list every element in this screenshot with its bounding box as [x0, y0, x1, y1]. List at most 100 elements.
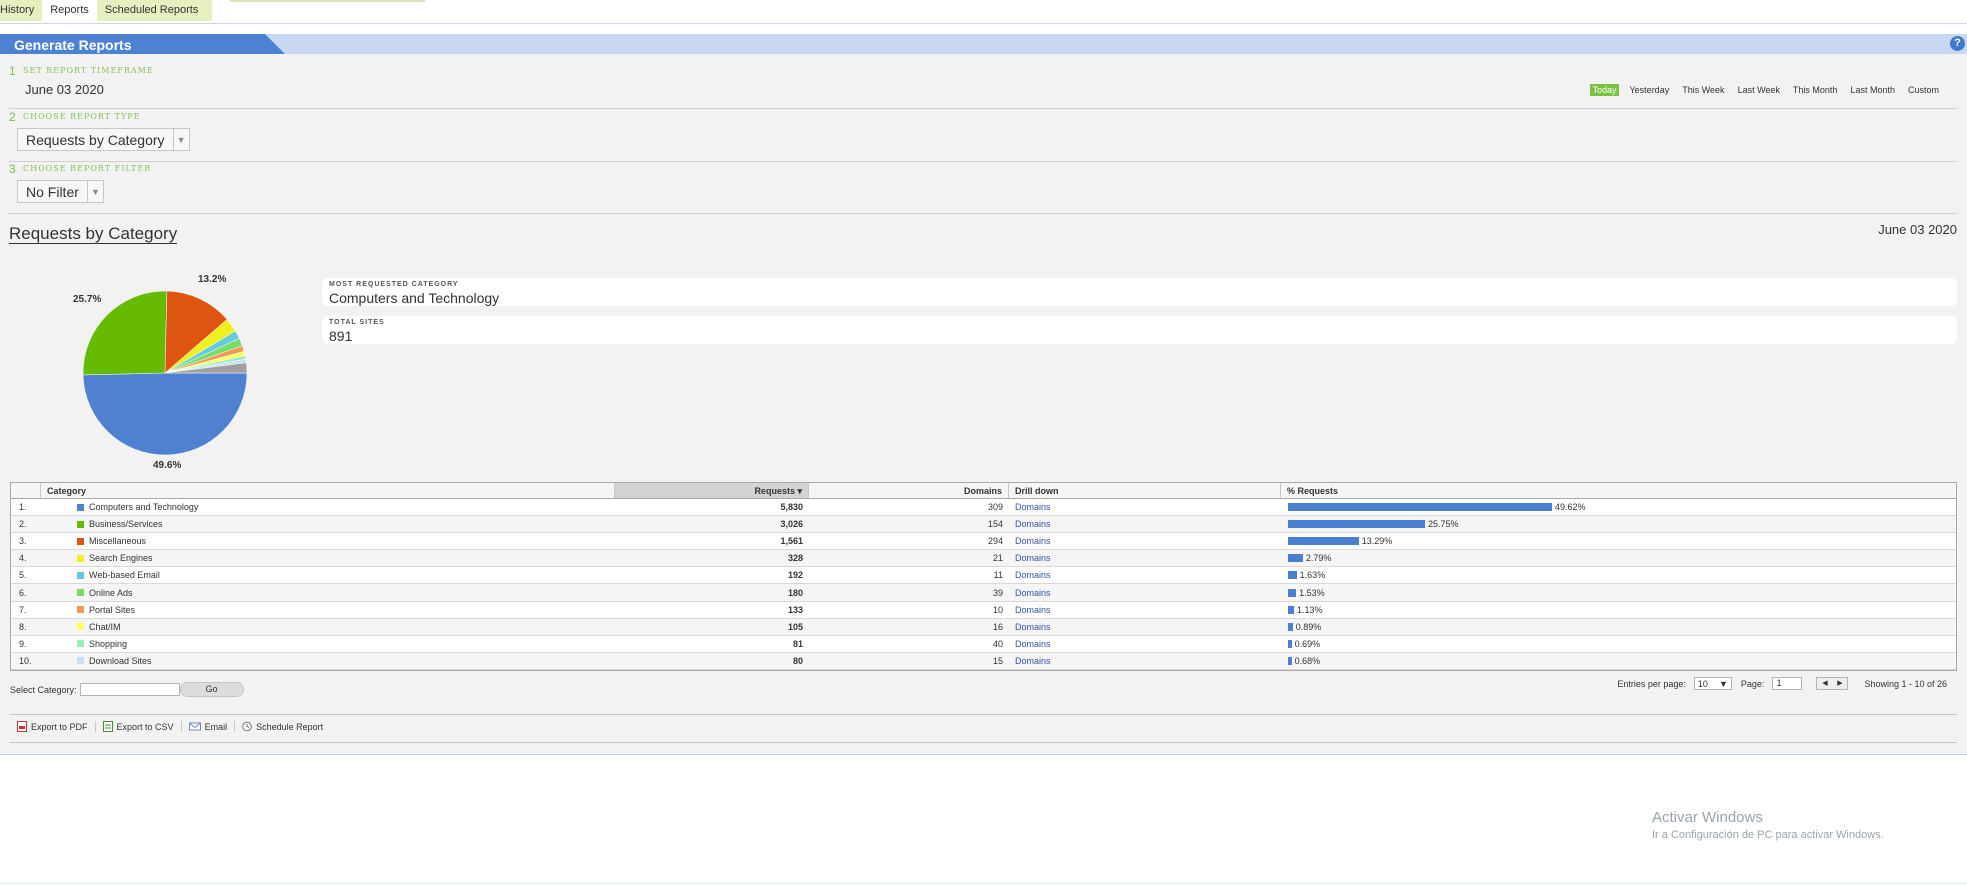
header-requests[interactable]: Requests ▾: [615, 483, 809, 498]
timeframe-value[interactable]: June 03 2020: [25, 82, 104, 97]
report-filter-select[interactable]: No Filter ▼: [17, 180, 104, 203]
row-index: 10.: [19, 655, 32, 666]
quick-link-last-week[interactable]: Last Week: [1736, 84, 1782, 96]
category-swatch: [77, 537, 84, 545]
step-number: 3: [9, 162, 16, 176]
category-name: Shopping: [89, 638, 128, 649]
pct-bar: [1288, 571, 1297, 580]
quick-link-last-month[interactable]: Last Month: [1848, 84, 1897, 96]
table-header: Category Requests ▾ Domains Drill down %…: [11, 483, 1956, 499]
prev-page-icon[interactable]: ◀: [1817, 678, 1832, 689]
category-swatch: [77, 657, 84, 665]
pie-chart: 49.6% 25.7% 13.2%: [60, 268, 270, 478]
export-actions: Export to PDF Export to CSV Email Schedu…: [17, 721, 330, 732]
header-pct-requests[interactable]: % Requests: [1281, 483, 1956, 498]
quick-link-custom[interactable]: Custom: [1906, 84, 1941, 96]
row-requests: 192: [787, 570, 803, 581]
pager: Entries per page: 10 ▼ Page: 1 ◀ ▶ Showin…: [1617, 677, 1947, 690]
header-requests-label: Requests: [754, 486, 795, 496]
divider: [9, 161, 1957, 162]
drill-down-link[interactable]: Domains: [1009, 622, 1281, 632]
drill-down-link[interactable]: Domains: [1009, 588, 1281, 598]
row-requests: 105: [787, 621, 803, 632]
pct-label: 49.62%: [1555, 502, 1586, 513]
tab-history[interactable]: History: [0, 0, 43, 21]
drill-down-link[interactable]: Domains: [1009, 570, 1281, 580]
row-domains: 309: [987, 502, 1003, 513]
export-pdf-label: Export to PDF: [31, 721, 88, 732]
chevron-down-icon[interactable]: ▼: [86, 181, 103, 202]
page-nav: ◀ ▶: [1816, 677, 1849, 690]
row-requests: 5,830: [780, 502, 803, 513]
table-row: 7. Portal Sites 133 10 Domains 1.13%: [11, 602, 1956, 619]
quick-link-this-month[interactable]: This Month: [1791, 84, 1840, 96]
entries-per-page-select[interactable]: 10 ▼: [1693, 677, 1732, 690]
report-title: Requests by Category: [9, 224, 178, 244]
timeframe-quick-links: Today Yesterday This Week Last Week This…: [1590, 84, 1941, 96]
drill-down-link[interactable]: Domains: [1009, 502, 1281, 512]
header-domains[interactable]: Domains: [809, 483, 1009, 498]
pct-label: 25.75%: [1428, 519, 1459, 530]
pie-data-label: 13.2%: [198, 274, 227, 285]
report-type-value: Requests by Category: [26, 131, 165, 148]
next-page-icon[interactable]: ▶: [1832, 678, 1847, 689]
drill-down-link[interactable]: Domains: [1009, 639, 1281, 649]
pct-bar: [1288, 537, 1359, 546]
go-button[interactable]: Go: [179, 682, 244, 697]
drill-down-link[interactable]: Domains: [1009, 553, 1281, 563]
row-domains: 11: [993, 570, 1003, 581]
table-row: 4. Search Engines 328 21 Domains 2.79%: [11, 550, 1956, 568]
email-label: Email: [204, 721, 228, 732]
report-filter-value: No Filter: [26, 183, 79, 200]
row-category: Portal Sites: [41, 605, 615, 615]
table-row: 1. Computers and Technology 5,830 309 Domain…: [11, 499, 1956, 517]
pct-bar: [1288, 520, 1425, 529]
app: History Reports Scheduled Reports Genera…: [0, 0, 1967, 886]
most-requested-value: Computers and Technology: [329, 290, 500, 306]
category-swatch: [77, 640, 84, 648]
category-name: Business/Services: [89, 519, 163, 530]
category-name: Chat/IM: [89, 621, 121, 632]
row-domains: 16: [992, 621, 1003, 632]
category-swatch: [77, 623, 84, 631]
category-swatch: [77, 589, 84, 597]
quick-link-yesterday[interactable]: Yesterday: [1628, 84, 1672, 96]
pct-bar: [1288, 588, 1297, 597]
divider: [9, 108, 1957, 109]
row-category: Shopping: [41, 639, 615, 649]
quick-link-today[interactable]: Today: [1590, 84, 1619, 96]
category-name: Download Sites: [89, 655, 152, 666]
entries-per-page-value: 10: [1697, 678, 1708, 689]
most-requested-box: MOST REQUESTED CATEGORY Computers and Te…: [322, 278, 1957, 306]
export-pdf-button[interactable]: Export to PDF: [17, 721, 96, 732]
drill-down-link[interactable]: Domains: [1009, 605, 1281, 615]
quick-link-this-week[interactable]: This Week: [1680, 84, 1726, 96]
drill-down-link[interactable]: Domains: [1009, 519, 1281, 529]
row-index: 2.: [19, 519, 27, 530]
table-row: 2. Business/Services 3,026 154 Domains 25.75%: [11, 516, 1956, 534]
page-input[interactable]: 1: [1772, 677, 1803, 690]
export-csv-button[interactable]: Export to CSV: [96, 721, 182, 732]
report-type-select[interactable]: Requests by Category ▼: [17, 128, 190, 151]
schedule-report-button[interactable]: Schedule Report: [235, 721, 330, 732]
pct-bar: [1288, 622, 1293, 631]
help-icon[interactable]: ?: [1950, 36, 1965, 51]
report-date: June 03 2020: [1878, 222, 1957, 237]
schedule-report-label: Schedule Report: [256, 721, 324, 732]
row-category: Computers and Technology: [41, 502, 615, 512]
tab-scheduled-reports[interactable]: Scheduled Reports: [96, 0, 213, 21]
tab-reports[interactable]: Reports: [42, 0, 97, 21]
pct-bar: [1288, 656, 1292, 665]
select-category-input[interactable]: [79, 683, 180, 696]
chevron-down-icon[interactable]: ▼: [172, 129, 189, 150]
drill-down-link[interactable]: Domains: [1009, 656, 1281, 666]
header-title: Generate Reports: [0, 34, 285, 54]
category-swatch: [77, 503, 84, 511]
category-name: Online Ads: [89, 587, 133, 598]
header-category[interactable]: Category: [41, 483, 615, 498]
category-name: Miscellaneous: [89, 536, 147, 547]
table-row: 5. Web-based Email 192 11 Domains 1.63%: [11, 567, 1956, 585]
drill-down-link[interactable]: Domains: [1009, 536, 1281, 546]
step-label: SET REPORT TIMEFRAME: [23, 66, 154, 75]
email-button[interactable]: Email: [182, 721, 236, 732]
